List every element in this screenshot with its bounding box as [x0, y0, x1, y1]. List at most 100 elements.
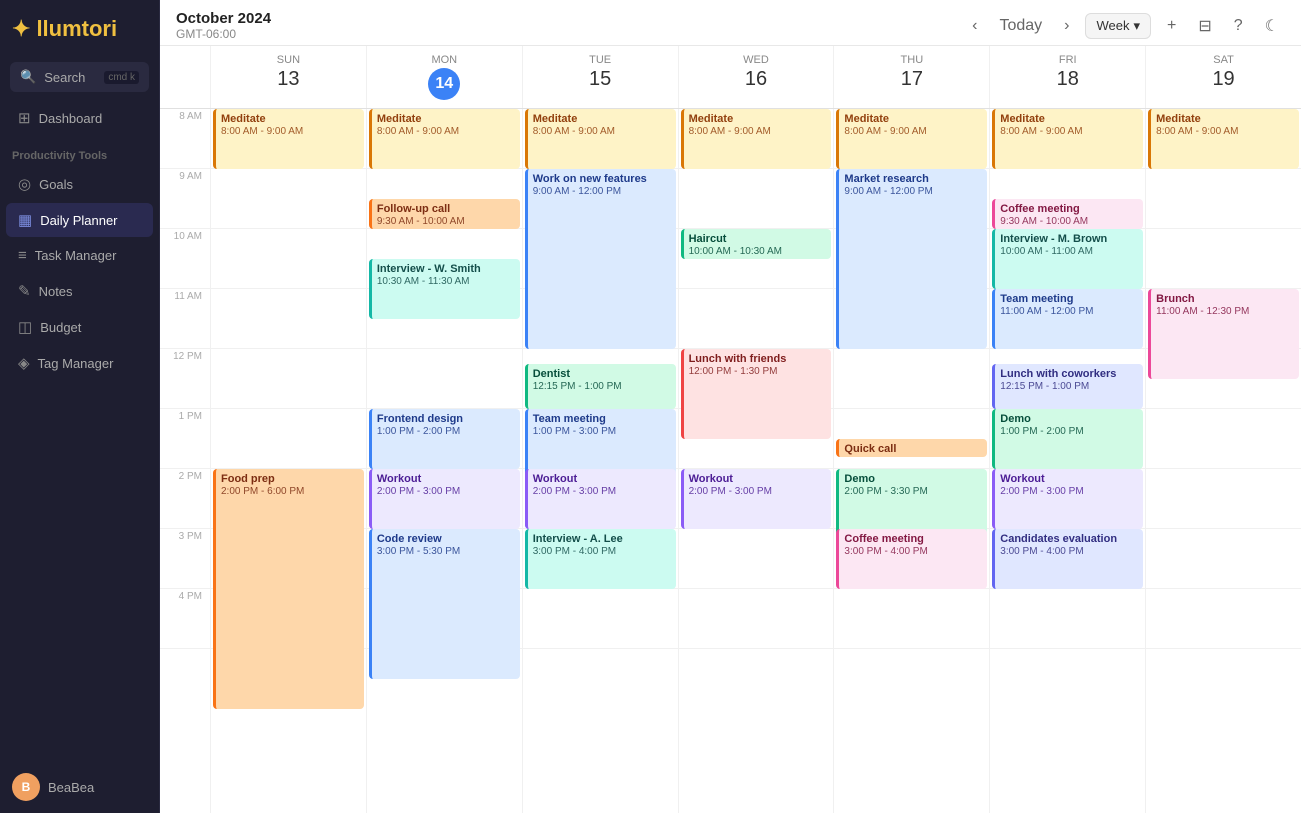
calendar-cell[interactable] [367, 349, 522, 409]
next-week-button[interactable]: › [1058, 13, 1075, 39]
day-column-thu: Meditate8:00 AM - 9:00 AMMarket research… [833, 109, 989, 813]
calendar-cell[interactable] [990, 589, 1145, 649]
sidebar-item-daily-planner[interactable]: ▦ Daily Planner [6, 203, 153, 237]
calendar-event[interactable]: Lunch with friends12:00 PM - 1:30 PM [681, 349, 832, 439]
budget-icon: ◫ [18, 318, 32, 336]
calendar-cell[interactable] [834, 589, 989, 649]
sidebar-item-label: Goals [39, 177, 73, 192]
calendar-cell[interactable] [1146, 229, 1301, 289]
section-label: Productivity Tools [0, 136, 159, 166]
calendar-cell[interactable] [834, 349, 989, 409]
day-header-sat: Sat 19 [1145, 46, 1301, 108]
calendar-cell[interactable] [679, 289, 834, 349]
user-profile[interactable]: B BeaBea [0, 761, 159, 813]
calendar-cell[interactable] [211, 349, 366, 409]
user-name: BeaBea [48, 780, 94, 795]
sidebar-item-dashboard[interactable]: ⊞ Dashboard [6, 101, 153, 135]
calendar-event[interactable]: Meditate8:00 AM - 9:00 AM [992, 109, 1143, 169]
view-selector[interactable]: Week ▾ [1085, 13, 1151, 39]
calendar-event[interactable]: Lunch with coworkers12:15 PM - 1:00 PM [992, 364, 1143, 409]
calendar-cell[interactable] [679, 529, 834, 589]
calendar-event[interactable]: Meditate8:00 AM - 9:00 AM [369, 109, 520, 169]
calendar-event[interactable]: Meditate8:00 AM - 9:00 AM [525, 109, 676, 169]
calendar-cell[interactable] [211, 289, 366, 349]
calendar-event[interactable]: Quick call [836, 439, 987, 457]
time-label: 8 AM [160, 109, 210, 169]
calendar-event[interactable]: Frontend design1:00 PM - 2:00 PM [369, 409, 520, 469]
add-event-button[interactable]: + [1161, 13, 1182, 39]
calendar-cell[interactable] [523, 589, 678, 649]
main-content: October 2024 GMT-06:00 ‹ Today › Week ▾ … [160, 0, 1301, 813]
view-label: Week [1096, 18, 1129, 33]
chevron-down-icon: ▾ [1133, 18, 1140, 34]
sidebar-item-task-manager[interactable]: ≡ Task Manager [6, 239, 153, 272]
calendar-cell[interactable] [1146, 589, 1301, 649]
day-column-sat: Meditate8:00 AM - 9:00 AM Brunch11:00 AM … [1145, 109, 1301, 813]
calendar-cell[interactable] [211, 229, 366, 289]
calendar-event[interactable]: Meditate8:00 AM - 9:00 AM [681, 109, 832, 169]
day-header-fri: Fri 18 [989, 46, 1145, 108]
calendar-event[interactable]: Brunch11:00 AM - 12:30 PM [1148, 289, 1299, 379]
calendar-event[interactable]: Coffee meeting9:30 AM - 10:00 AM [992, 199, 1143, 229]
sidebar-item-notes[interactable]: ✎ Notes [6, 274, 153, 308]
search-button[interactable]: 🔍 Search cmd k [10, 62, 149, 92]
time-label: 10 AM [160, 229, 210, 289]
toggle-view-button[interactable]: ⊟ [1192, 12, 1217, 40]
app-logo: ✦ llumtori [0, 0, 159, 54]
time-label: 11 AM [160, 289, 210, 349]
calendar-event[interactable]: Meditate8:00 AM - 9:00 AM [1148, 109, 1299, 169]
prev-week-button[interactable]: ‹ [966, 13, 983, 39]
calendar-header: October 2024 GMT-06:00 ‹ Today › Week ▾ … [160, 0, 1301, 46]
avatar: B [12, 773, 40, 801]
calendar-cell[interactable] [211, 409, 366, 469]
day-header-mon: Mon 14 [366, 46, 522, 108]
calendar-event[interactable]: Food prep2:00 PM - 6:00 PM [213, 469, 364, 709]
task-icon: ≡ [18, 247, 27, 264]
sidebar-item-tag-manager[interactable]: ◈ Tag Manager [6, 346, 153, 380]
calendar-cell[interactable] [1146, 529, 1301, 589]
calendar-cell[interactable] [679, 169, 834, 229]
day-column-tue: Meditate8:00 AM - 9:00 AMWork on new fea… [522, 109, 678, 813]
calendar-event[interactable]: Candidates evaluation3:00 PM - 4:00 PM [992, 529, 1143, 589]
search-shortcut: cmd k [104, 71, 139, 84]
calendar-cell[interactable] [1146, 169, 1301, 229]
time-label: 2 PM [160, 469, 210, 529]
sidebar-item-label: Tag Manager [38, 356, 114, 371]
calendar-event[interactable]: Code review3:00 PM - 5:30 PM [369, 529, 520, 679]
time-col-spacer [160, 46, 210, 108]
calendar-month-year: October 2024 [176, 10, 956, 27]
calendar-cell[interactable] [211, 169, 366, 229]
calendar-event[interactable]: Meditate8:00 AM - 9:00 AM [836, 109, 987, 169]
calendar-event[interactable]: Follow-up call9:30 AM - 10:00 AM [369, 199, 520, 229]
time-label: 12 PM [160, 349, 210, 409]
calendar-event[interactable]: Interview - W. Smith10:30 AM - 11:30 AM [369, 259, 520, 319]
calendar-event[interactable]: Dentist12:15 PM - 1:00 PM [525, 364, 676, 409]
calendar-event[interactable]: Coffee meeting3:00 PM - 4:00 PM [836, 529, 987, 589]
calendar-event[interactable]: Market research9:00 AM - 12:00 PM [836, 169, 987, 349]
dark-mode-button[interactable]: ☾ [1259, 12, 1285, 40]
logo-icon: ✦ [12, 16, 30, 42]
calendar-event[interactable]: Work on new features9:00 AM - 12:00 PM [525, 169, 676, 349]
calendar-cell[interactable] [1146, 469, 1301, 529]
sidebar-item-budget[interactable]: ◫ Budget [6, 310, 153, 344]
time-column: 8 AM9 AM10 AM11 AM12 PM1 PM2 PM3 PM4 PM [160, 109, 210, 813]
day-header-tue: Tue 15 [522, 46, 678, 108]
calendar-event[interactable]: Workout2:00 PM - 3:00 PM [992, 469, 1143, 529]
today-button[interactable]: Today [993, 13, 1048, 39]
calendar-event[interactable]: Workout2:00 PM - 3:00 PM [525, 469, 676, 529]
help-button[interactable]: ? [1228, 13, 1249, 39]
calendar-event[interactable]: Haircut10:00 AM - 10:30 AM [681, 229, 832, 259]
calendar-cell[interactable] [1146, 409, 1301, 469]
search-label: Search [44, 70, 85, 85]
calendar-event[interactable]: Interview - A. Lee3:00 PM - 4:00 PM [525, 529, 676, 589]
calendar-event[interactable]: Demo1:00 PM - 2:00 PM [992, 409, 1143, 469]
calendar-event[interactable]: Workout2:00 PM - 3:00 PM [681, 469, 832, 529]
planner-icon: ▦ [18, 211, 32, 229]
day-column-fri: Meditate8:00 AM - 9:00 AM Coffee meeting9… [989, 109, 1145, 813]
calendar-event[interactable]: Interview - M. Brown10:00 AM - 11:00 AM [992, 229, 1143, 289]
calendar-event[interactable]: Meditate8:00 AM - 9:00 AM [213, 109, 364, 169]
calendar-event[interactable]: Workout2:00 PM - 3:00 PM [369, 469, 520, 529]
sidebar-item-goals[interactable]: ◎ Goals [6, 167, 153, 201]
calendar-cell[interactable] [679, 589, 834, 649]
calendar-event[interactable]: Team meeting11:00 AM - 12:00 PM [992, 289, 1143, 349]
